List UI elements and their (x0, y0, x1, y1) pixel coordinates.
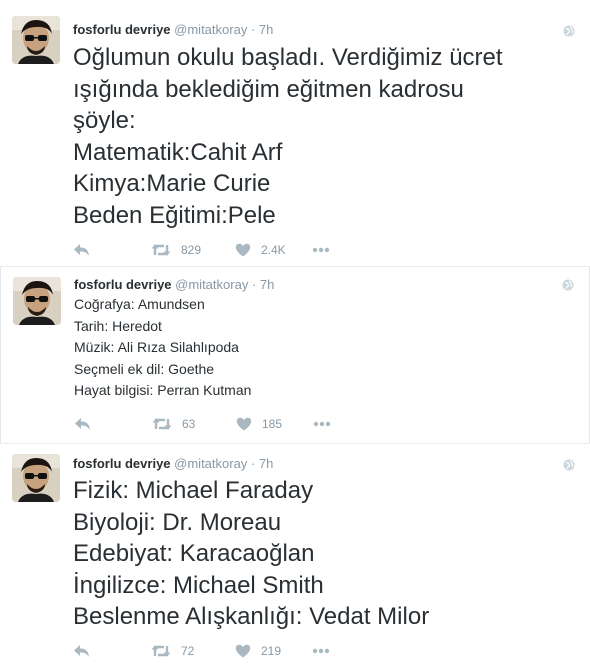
heart-icon (236, 417, 252, 431)
tweet-line: Beden Eğitimi:Pele (73, 201, 276, 229)
more-icon (312, 648, 330, 654)
tweet-header: fosforlu devriye @mitatkoray · 7h (73, 456, 273, 471)
heart-icon (235, 644, 251, 658)
heart-icon (235, 243, 251, 257)
reply-icon (74, 645, 89, 657)
tweet-actions: 72 219 (73, 641, 373, 661)
reply-button[interactable] (73, 240, 90, 260)
tweet-line: Oğlumun okulu başladı. Verdiğimiz ücret (73, 44, 503, 71)
retweet-count: 63 (182, 417, 196, 431)
avatar[interactable] (12, 454, 60, 502)
more-button[interactable] (312, 641, 330, 661)
like-button[interactable]: 185 (236, 414, 282, 434)
retweet-button[interactable]: 72 (151, 641, 194, 661)
avatar[interactable] (13, 277, 61, 325)
tweet-line: İngilizce: Michael Smith (73, 571, 324, 599)
tweet-text: Oğlumun okulu başladı. Verdiğimiz ücret … (73, 42, 503, 231)
like-count: 2.4K (261, 243, 286, 257)
more-icon (313, 421, 331, 427)
reply-button[interactable] (74, 414, 91, 434)
retweet-button[interactable]: 829 (151, 240, 201, 260)
retweet-icon (151, 645, 171, 657)
globe-icon (563, 459, 575, 471)
tweet-line: Müzik: Ali Rıza Silahlıpoda (74, 339, 239, 356)
globe-icon (562, 279, 574, 291)
author-name[interactable]: fosforlu devriye (74, 277, 172, 292)
reply-button[interactable] (73, 641, 90, 661)
tweet-line: Beslenme Alışkanlığı: Vedat Milor (73, 603, 430, 630)
tweet-header: fosforlu devriye @mitatkoray · 7h (73, 22, 273, 37)
tweet-line: Hayat bilgisi: Perran Kutman (74, 382, 252, 399)
retweet-icon (151, 244, 171, 256)
separator: · (251, 277, 257, 292)
author-name[interactable]: fosforlu devriye (73, 456, 171, 471)
tweet-actions: 63 185 (74, 414, 374, 434)
avatar[interactable] (12, 16, 60, 64)
tweet-line: Fizik: Michael Faraday (73, 477, 314, 504)
timestamp[interactable]: 7h (259, 22, 273, 37)
timestamp[interactable]: 7h (260, 277, 274, 292)
like-count: 185 (262, 417, 283, 431)
reply-icon (75, 418, 90, 430)
tweet-actions: 829 2.4K (73, 240, 373, 260)
tweet-1[interactable]: fosforlu devriye @mitatkoray · 7h Oğlumu… (0, 0, 590, 266)
globe-icon (563, 25, 575, 37)
more-icon (312, 247, 330, 253)
tweet-line: Biyoloji: Dr. Moreau (73, 508, 282, 536)
tweet-line: Tarih: Heredot (74, 317, 162, 334)
like-button[interactable]: 219 (235, 641, 281, 661)
author-handle[interactable]: @mitatkoray (174, 22, 247, 37)
author-handle[interactable]: @mitatkoray (174, 456, 247, 471)
tweet-header: fosforlu devriye @mitatkoray · 7h (74, 277, 274, 292)
retweet-icon (152, 418, 172, 430)
more-button[interactable] (312, 240, 330, 260)
tweet-line: Edebiyat: Karacaoğlan (73, 540, 315, 567)
like-button[interactable]: 2.4K (235, 240, 286, 260)
author-handle[interactable]: @mitatkoray (175, 277, 248, 292)
retweet-count: 829 (181, 243, 202, 257)
author-name[interactable]: fosforlu devriye (73, 22, 171, 37)
tweet-line: Matematik:Cahit Arf (73, 138, 283, 166)
tweet-line: Kimya:Marie Curie (73, 170, 271, 197)
tweet-text: Fizik: Michael Faraday Biyoloji: Dr. Mor… (73, 475, 429, 633)
tweet-3[interactable]: fosforlu devriye @mitatkoray · 7h Fizik:… (0, 444, 590, 668)
tweet-line: Coğrafya: Amundsen (74, 296, 205, 312)
separator: · (250, 22, 256, 37)
retweet-count: 72 (181, 644, 195, 658)
tweet-line: şöyle: (73, 107, 136, 134)
tweet-text: Coğrafya: Amundsen Tarih: Heredot Müzik:… (74, 294, 251, 402)
timestamp[interactable]: 7h (259, 456, 273, 471)
tweet-2[interactable]: fosforlu devriye @mitatkoray · 7h Coğraf… (0, 267, 590, 443)
tweet-line: Seçmeli ek dil: Goethe (74, 360, 215, 377)
retweet-button[interactable]: 63 (152, 414, 195, 434)
more-button[interactable] (313, 414, 331, 434)
like-count: 219 (261, 644, 282, 658)
tweet-line: ışığında beklediğim eğitmen kadrosu (73, 75, 464, 103)
reply-icon (74, 244, 89, 256)
separator: · (250, 456, 256, 471)
